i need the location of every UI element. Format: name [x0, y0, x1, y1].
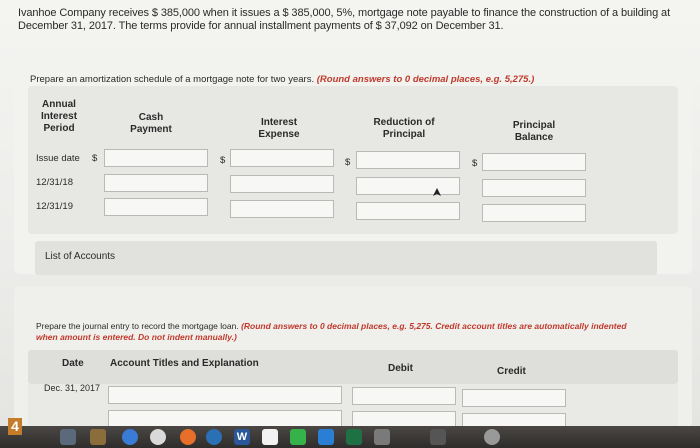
row-label-2018: 12/31/18: [36, 177, 73, 188]
messages-icon[interactable]: [290, 429, 306, 445]
2019-interest-input[interactable]: [230, 200, 334, 218]
app-icon[interactable]: [318, 429, 334, 445]
issue-date-balance-input[interactable]: [482, 153, 586, 171]
chrome-icon[interactable]: [150, 429, 166, 445]
journal-instruction-text: Prepare the journal entry to record the …: [36, 321, 239, 331]
row-label-issue-date: Issue date: [36, 153, 80, 164]
2018-reduction-input[interactable]: [356, 177, 460, 195]
journal-header-date: Date: [62, 358, 84, 369]
page: Ivanhoe Company receives $ 385,000 when …: [0, 0, 700, 431]
cursor-icon: [433, 188, 441, 196]
header-balance: Principal Balance: [512, 120, 556, 143]
header-interest: Interest Expense: [258, 117, 300, 140]
2019-balance-input[interactable]: [482, 204, 586, 222]
journal-header-debit: Debit: [388, 363, 413, 374]
2018-interest-input[interactable]: [230, 175, 334, 193]
rocket-icon[interactable]: [60, 429, 76, 445]
2019-cash-input[interactable]: [104, 198, 208, 216]
dashboard-icon[interactable]: [484, 429, 500, 445]
keyboard-key-4: 4: [8, 418, 22, 435]
photo-icon[interactable]: [90, 429, 106, 445]
2018-cash-input[interactable]: [104, 174, 208, 192]
2018-balance-input[interactable]: [482, 179, 586, 197]
amortization-instruction: Prepare an amortization schedule of a mo…: [30, 74, 534, 86]
calendar-icon[interactable]: [262, 429, 278, 445]
notes-icon[interactable]: [374, 429, 390, 445]
header-cash: Cash Payment: [130, 112, 172, 135]
header-period: Annual Interest Period: [40, 99, 78, 134]
row-label-2019: 12/31/19: [36, 201, 73, 212]
safari-icon[interactable]: [122, 429, 138, 445]
list-of-accounts-label: List of Accounts: [45, 251, 116, 262]
currency-symbol: $: [472, 158, 478, 169]
excel-icon[interactable]: [346, 429, 362, 445]
journal-debit-input[interactable]: [352, 387, 456, 405]
amortization-hint: (Round answers to 0 decimal places, e.g.…: [316, 74, 535, 85]
journal-instruction: Prepare the journal entry to record the …: [36, 321, 646, 343]
journal-credit-input[interactable]: [462, 389, 566, 407]
2019-reduction-input[interactable]: [356, 202, 460, 220]
amortization-instruction-text: Prepare an amortization schedule of a mo…: [30, 74, 315, 85]
journal-header-credit: Credit: [497, 366, 526, 377]
issue-date-interest-input[interactable]: [230, 149, 334, 167]
list-of-accounts-link[interactable]: List of Accounts: [35, 241, 657, 275]
problem-statement: Ivanhoe Company receives $ 385,000 when …: [18, 7, 671, 32]
journal-date: Dec. 31, 2017: [44, 383, 101, 393]
issue-date-cash-input[interactable]: [104, 149, 208, 167]
currency-symbol: $: [92, 153, 98, 164]
currency-symbol: $: [345, 157, 351, 168]
journal-account-input[interactable]: [108, 386, 342, 404]
issue-date-reduction-input[interactable]: [356, 151, 460, 169]
journal-header-account: Account Titles and Explanation: [110, 358, 259, 369]
word-icon[interactable]: W: [234, 429, 250, 445]
globe-icon[interactable]: [206, 429, 222, 445]
currency-symbol: $: [220, 155, 226, 166]
header-reduction: Reduction of Principal: [373, 117, 435, 140]
keyboard-icon[interactable]: [430, 429, 446, 445]
firefox-icon[interactable]: [180, 429, 196, 445]
